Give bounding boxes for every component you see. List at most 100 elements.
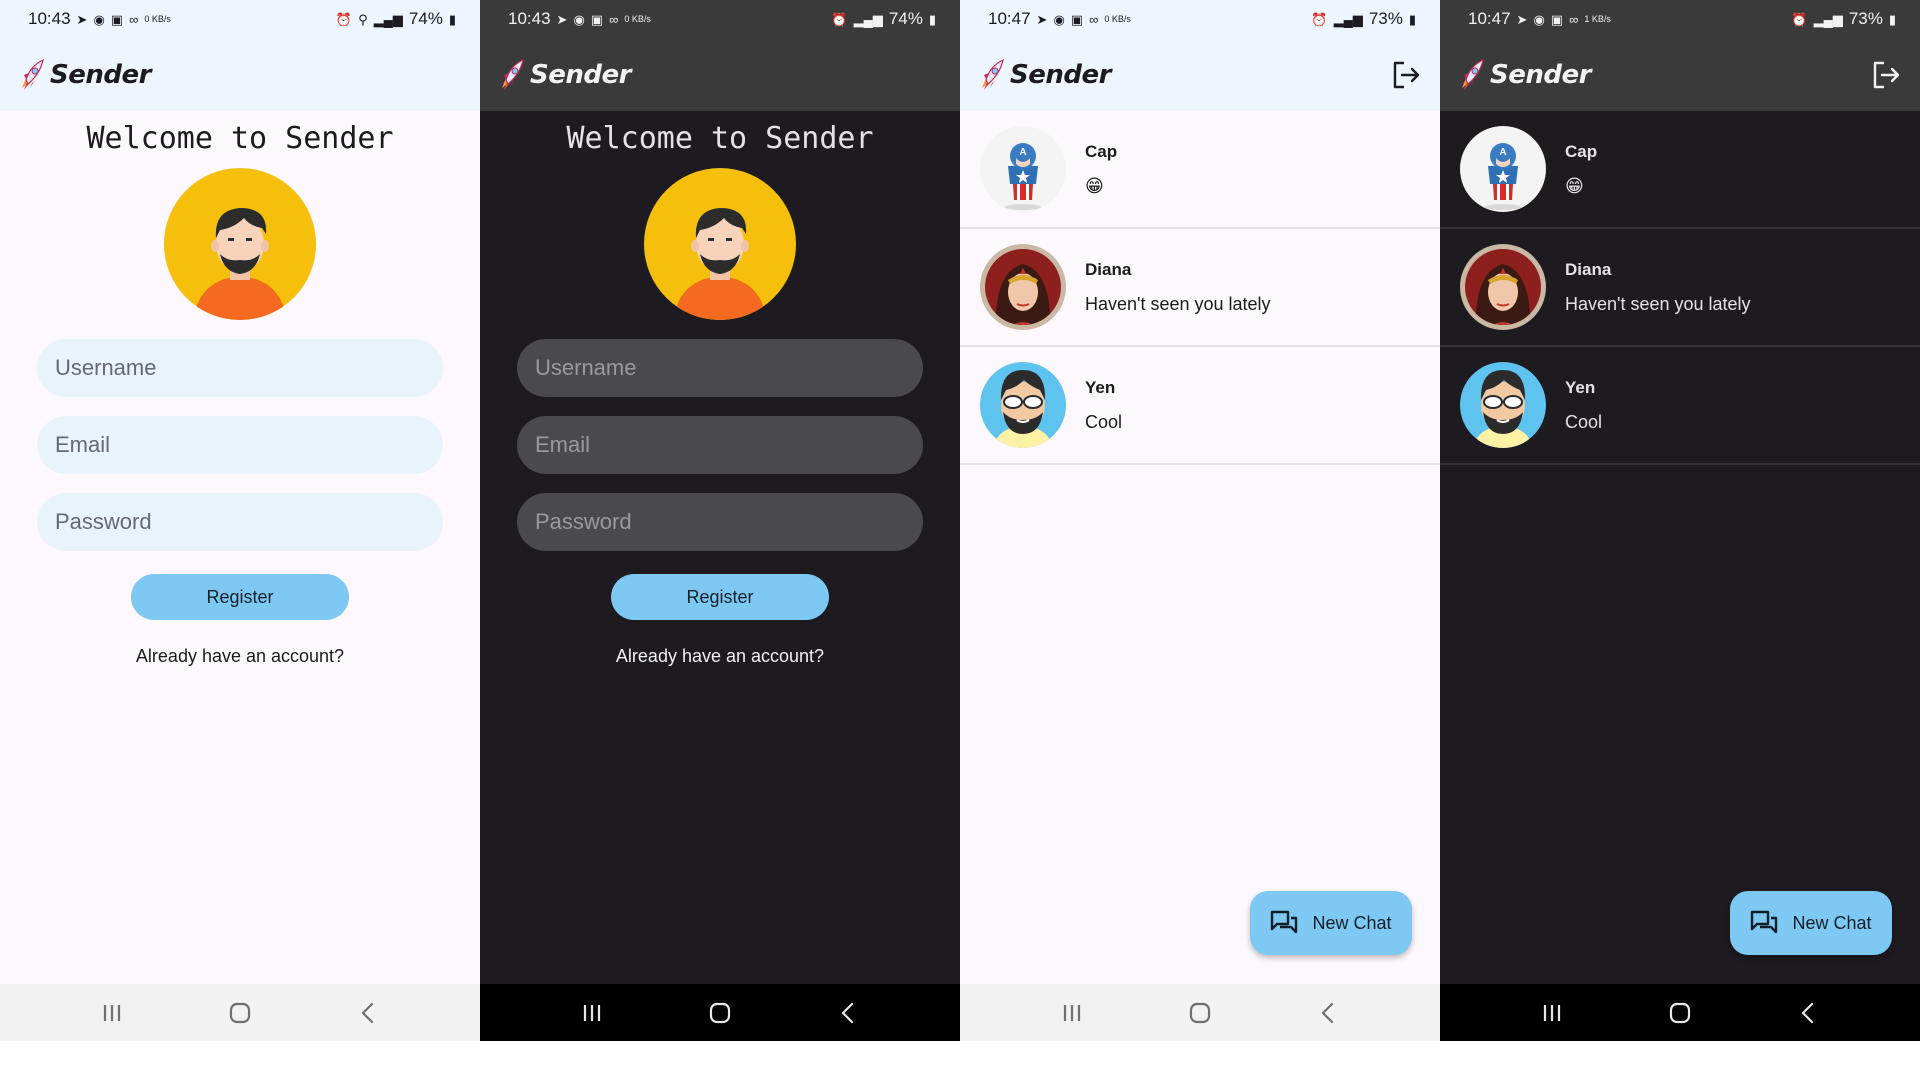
new-chat-label: New Chat <box>1792 912 1872 933</box>
app-name: Sender <box>530 59 631 90</box>
back-button[interactable] <box>1788 993 1828 1033</box>
register-screen-light: 10:43 ➤ ◉ ▣ ∞ 0 KB/s ⏰ ⚲ ▂▄▆ 74% ▮ Sende… <box>0 0 480 1041</box>
password-input[interactable]: Password <box>517 493 923 551</box>
home-icon <box>1668 1001 1692 1025</box>
captain-avatar <box>1460 126 1546 212</box>
new-chat-label: New Chat <box>1312 912 1392 933</box>
logout-button[interactable] <box>1390 59 1422 91</box>
chat-last-message: 😁 <box>1565 175 1584 196</box>
chat-last-message: 😁 <box>1085 175 1104 196</box>
status-time: 10:47 <box>988 9 1031 28</box>
home-icon <box>228 1001 252 1025</box>
whatsapp-icon: ◉ <box>93 11 105 27</box>
back-icon <box>1796 1001 1820 1025</box>
email-input[interactable]: Email <box>37 416 443 474</box>
chat-item-yen[interactable]: Yen Cool <box>960 347 1440 465</box>
whatsapp-icon: ◉ <box>573 11 585 27</box>
app-bar: Sender <box>960 38 1440 111</box>
username-input[interactable]: Username <box>37 339 443 397</box>
back-button[interactable] <box>348 993 388 1033</box>
app-name: Sender <box>1490 59 1591 90</box>
chat-item-diana[interactable]: Diana Haven't seen you lately <box>960 229 1440 347</box>
status-bar: 10:47 ➤ ◉ ▣ ∞ 1 KB/s ⏰ ▂▄▆ 73% ▮ <box>1440 0 1920 38</box>
username-input[interactable]: Username <box>517 339 923 397</box>
battery-icon: ▮ <box>928 11 936 27</box>
diana-avatar <box>980 244 1066 330</box>
battery-icon: ▮ <box>1408 11 1416 27</box>
email-input[interactable]: Email <box>517 416 923 474</box>
telegram-icon: ➤ <box>556 11 568 27</box>
recent-apps-icon <box>100 1001 124 1025</box>
chat-name: Cap <box>1085 141 1118 161</box>
whatsapp-icon: ◉ <box>1533 11 1545 27</box>
profile-avatar[interactable] <box>164 168 316 320</box>
app-logo: Sender <box>1456 58 1591 92</box>
data-rate: 0 KB/s <box>624 13 651 24</box>
infinity-icon: ∞ <box>129 11 139 27</box>
chat-list-screen-dark: 10:47 ➤ ◉ ▣ ∞ 1 KB/s ⏰ ▂▄▆ 73% ▮ Sender <box>1440 0 1920 1041</box>
login-link[interactable]: Already have an account? <box>480 646 960 667</box>
recent-apps-button[interactable] <box>1532 993 1572 1033</box>
location-icon: ⚲ <box>358 11 368 27</box>
data-rate: 0 KB/s <box>1104 13 1131 24</box>
recent-apps-button[interactable] <box>572 993 612 1033</box>
home-button[interactable] <box>1180 993 1220 1033</box>
status-bar: 10:43 ➤ ◉ ▣ ∞ 0 KB/s ⏰ ▂▄▆ 74% ▮ <box>480 0 960 38</box>
login-link[interactable]: Already have an account? <box>0 646 480 667</box>
welcome-title: Welcome to Sender <box>566 121 874 156</box>
rocket-icon <box>976 58 1006 92</box>
telegram-icon: ➤ <box>1516 11 1528 27</box>
rocket-icon <box>1456 58 1486 92</box>
captain-avatar <box>980 126 1066 212</box>
register-screen-dark: 10:43 ➤ ◉ ▣ ∞ 0 KB/s ⏰ ▂▄▆ 74% ▮ Sender … <box>480 0 960 1041</box>
recent-apps-button[interactable] <box>1052 993 1092 1033</box>
signal-icon: ▂▄▆ <box>1333 11 1363 27</box>
password-input[interactable]: Password <box>37 493 443 551</box>
logout-icon <box>1390 59 1422 91</box>
back-button[interactable] <box>828 993 868 1033</box>
register-button[interactable]: Register <box>131 574 349 620</box>
home-icon <box>1188 1001 1212 1025</box>
app-name: Sender <box>1010 59 1111 90</box>
gallery-icon: ▣ <box>590 11 604 27</box>
register-button[interactable]: Register <box>611 574 829 620</box>
app-bar: Sender <box>1440 38 1920 111</box>
alarm-icon: ⏰ <box>1311 11 1328 27</box>
app-name: Sender <box>50 59 151 90</box>
chat-list-screen-light: 10:47 ➤ ◉ ▣ ∞ 0 KB/s ⏰ ▂▄▆ 73% ▮ Sender <box>960 0 1440 1041</box>
telegram-icon: ➤ <box>76 11 88 27</box>
signal-icon: ▂▄▆ <box>853 11 883 27</box>
gallery-icon: ▣ <box>1550 11 1564 27</box>
status-bar: 10:47 ➤ ◉ ▣ ∞ 0 KB/s ⏰ ▂▄▆ 73% ▮ <box>960 0 1440 38</box>
welcome-title: Welcome to Sender <box>86 121 394 156</box>
gallery-icon: ▣ <box>110 11 124 27</box>
new-chat-button[interactable]: New Chat <box>1250 891 1412 955</box>
back-icon <box>836 1001 860 1025</box>
profile-avatar[interactable] <box>644 168 796 320</box>
chat-item-cap[interactable]: Cap 😁 <box>1440 111 1920 229</box>
infinity-icon: ∞ <box>1089 11 1099 27</box>
recent-apps-icon <box>580 1001 604 1025</box>
home-icon <box>708 1001 732 1025</box>
home-button[interactable] <box>220 993 260 1033</box>
recent-apps-icon <box>1540 1001 1564 1025</box>
chat-name: Yen <box>1565 377 1596 397</box>
chat-item-diana[interactable]: Diana Haven't seen you lately <box>1440 229 1920 347</box>
chat-name: Yen <box>1085 377 1116 397</box>
battery-icon: ▮ <box>448 11 456 27</box>
home-button[interactable] <box>1660 993 1700 1033</box>
chat-item-cap[interactable]: Cap 😁 <box>960 111 1440 229</box>
back-button[interactable] <box>1308 993 1348 1033</box>
status-time: 10:47 <box>1468 9 1511 28</box>
recent-apps-button[interactable] <box>92 993 132 1033</box>
logout-button[interactable] <box>1870 59 1902 91</box>
new-chat-button[interactable]: New Chat <box>1730 891 1892 955</box>
app-bar: Sender <box>480 38 960 111</box>
status-time: 10:43 <box>508 9 551 28</box>
system-nav-bar <box>0 984 480 1041</box>
back-icon <box>356 1001 380 1025</box>
chat-list: Cap 😁 Diana Haven't seen you lately Yen … <box>960 111 1440 465</box>
home-button[interactable] <box>700 993 740 1033</box>
chat-item-yen[interactable]: Yen Cool <box>1440 347 1920 465</box>
data-rate: 0 KB/s <box>144 13 171 24</box>
